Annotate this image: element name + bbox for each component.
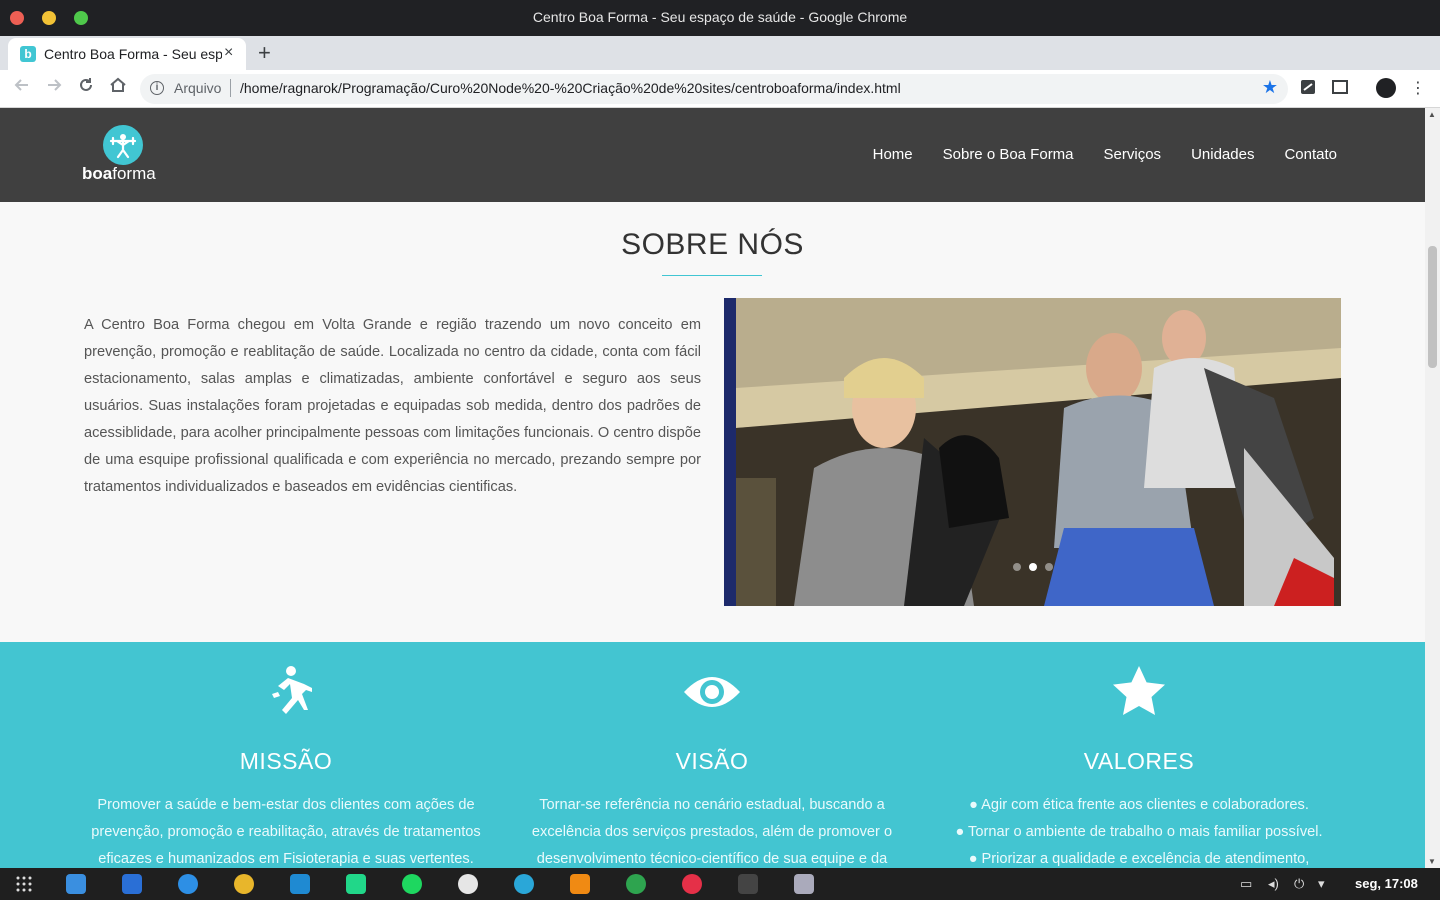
- home-icon[interactable]: [106, 76, 130, 99]
- tab-strip: b Centro Boa Forma - Seu espaço de saúde…: [0, 36, 1440, 70]
- menu-icon[interactable]: ⋮: [1408, 78, 1428, 98]
- terminal-app-icon[interactable]: [738, 874, 758, 894]
- files-app-icon[interactable]: [122, 874, 142, 894]
- mission-section: MISSÃO Promover a saúde e bem-estar dos …: [0, 642, 1425, 868]
- app-grid-icon[interactable]: [14, 874, 34, 894]
- browser-tab[interactable]: b Centro Boa Forma - Seu espaço de saúde…: [8, 38, 246, 70]
- web-app-icon[interactable]: [458, 874, 478, 894]
- vlc-app-icon[interactable]: [570, 874, 590, 894]
- vscode-app-icon[interactable]: [290, 874, 310, 894]
- scroll-thumb[interactable]: [1428, 246, 1437, 368]
- window-title: Centro Boa Forma - Seu espaço de saúde -…: [532, 9, 908, 25]
- pycharm-app-icon[interactable]: [346, 874, 366, 894]
- page-viewport: boaforma Home Sobre o Boa Forma Serviços…: [0, 108, 1425, 868]
- logo-wordmark[interactable]: boaforma: [82, 164, 156, 184]
- carousel-dot-active[interactable]: [1028, 563, 1037, 571]
- cloud-app-icon[interactable]: [626, 874, 646, 894]
- page-scrollbar[interactable]: ▲ ▼: [1425, 108, 1440, 868]
- about-paragraph: A Centro Boa Forma chegou em Volta Grand…: [84, 317, 701, 495]
- url-text[interactable]: /home/ragnarok/Programação/Curo%20Node%2…: [240, 80, 901, 96]
- about-title: SOBRE NÓS: [621, 228, 804, 261]
- nav-link-home[interactable]: Home: [873, 146, 913, 163]
- vision-text: Tornar-se referência no cenário estadual…: [531, 797, 893, 867]
- carousel-dot[interactable]: [1012, 563, 1021, 571]
- scroll-down-arrow[interactable]: ▼: [1428, 857, 1436, 866]
- carousel-indicators: [724, 558, 1341, 576]
- security-label: Arquivo: [174, 80, 222, 96]
- values-title: VALORES: [1083, 748, 1195, 774]
- eye-icon: [682, 662, 742, 722]
- window-titlebar: Centro Boa Forma - Seu espaço de saúde -…: [0, 0, 1440, 36]
- tray-menu-icon[interactable]: ▾: [1318, 876, 1325, 892]
- info-icon[interactable]: i: [150, 81, 164, 95]
- volume-icon[interactable]: ◂): [1268, 876, 1279, 892]
- cast-icon[interactable]: [1330, 78, 1350, 98]
- forward-icon[interactable]: [42, 76, 66, 99]
- tab-title: Centro Boa Forma - Seu espaço de saúde: [44, 46, 222, 62]
- values-text: ● Agir com ética frente aos clientes e c…: [955, 797, 1323, 867]
- nav-link-unidades[interactable]: Unidades: [1191, 146, 1254, 163]
- tab-close-icon[interactable]: ×: [224, 44, 233, 62]
- mission-text: Promover a saúde e bem-estar dos cliente…: [91, 797, 481, 867]
- new-tab-button[interactable]: +: [258, 40, 271, 66]
- settings-app-icon[interactable]: [178, 874, 198, 894]
- title-underline: [662, 275, 762, 276]
- screenshot-app-icon[interactable]: [794, 874, 814, 894]
- browser-toolbar: i Arquivo /home/ragnarok/Programação/Cur…: [0, 70, 1440, 108]
- clock[interactable]: seg, 17:08: [1355, 876, 1418, 891]
- power-icon[interactable]: ⏻: [1294, 876, 1304, 892]
- carousel-dot[interactable]: [1044, 563, 1053, 571]
- vision-title: VISÃO: [675, 748, 749, 774]
- running-person-icon: [256, 662, 316, 722]
- favicon-icon: b: [20, 46, 36, 62]
- os-taskbar: ▭ ◂) ⏻ ▾ seg, 17:08: [0, 868, 1440, 900]
- logo-icon[interactable]: [103, 125, 143, 165]
- profile-avatar[interactable]: [1376, 78, 1396, 98]
- download-app-icon[interactable]: [514, 874, 534, 894]
- reload-icon[interactable]: [74, 76, 98, 99]
- media-app-icon[interactable]: [682, 874, 702, 894]
- site-navbar: boaforma Home Sobre o Boa Forma Serviços…: [0, 108, 1425, 202]
- omnibox-divider: [230, 79, 231, 97]
- screen-icon[interactable]: ▭: [1240, 876, 1252, 892]
- gym-carousel[interactable]: [724, 298, 1341, 606]
- bookmark-star-icon[interactable]: ★: [1262, 77, 1278, 98]
- extension-icon[interactable]: [1298, 78, 1318, 98]
- back-icon[interactable]: [10, 76, 34, 99]
- chrome-app-icon[interactable]: [234, 874, 254, 894]
- spotify-app-icon[interactable]: [402, 874, 422, 894]
- star-icon: [1109, 662, 1169, 722]
- nav-link-contato[interactable]: Contato: [1284, 146, 1337, 163]
- nav-link-sobre[interactable]: Sobre o Boa Forma: [943, 146, 1074, 163]
- browser-app-icon[interactable]: [66, 874, 86, 894]
- main-nav: Home Sobre o Boa Forma Serviços Unidades…: [873, 146, 1337, 163]
- nav-link-servicos[interactable]: Serviços: [1104, 146, 1162, 163]
- address-bar[interactable]: i Arquivo /home/ragnarok/Programação/Cur…: [140, 74, 1288, 104]
- scroll-up-arrow[interactable]: ▲: [1428, 110, 1436, 119]
- mission-title: MISSÃO: [239, 748, 333, 774]
